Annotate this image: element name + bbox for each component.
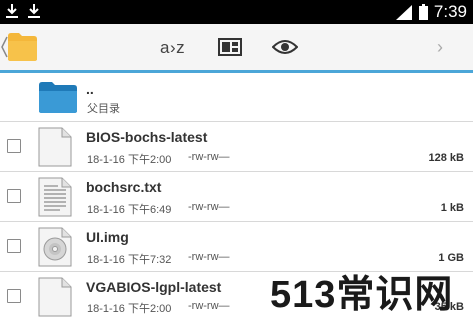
- file-name: bochsrc.txt: [86, 179, 162, 195]
- select-checkbox[interactable]: [7, 139, 21, 153]
- file-permissions: -rw-rw—: [188, 201, 230, 213]
- status-time: 7:39: [433, 2, 467, 21]
- select-checkbox[interactable]: [7, 239, 21, 253]
- download-icon: [28, 4, 40, 18]
- view-mode-icon[interactable]: [218, 38, 242, 56]
- eye-icon[interactable]: [272, 39, 298, 55]
- status-bar: 7:39: [0, 0, 473, 24]
- folder-icon: [39, 82, 77, 113]
- text-file-icon: [38, 177, 72, 217]
- blank-file-icon: [38, 127, 72, 167]
- signal-icon: [396, 5, 412, 20]
- file-permissions: -rw-rw—: [188, 251, 230, 263]
- file-name: VGABIOS-lgpl-latest: [86, 279, 222, 295]
- next-chevron-icon[interactable]: ›: [437, 37, 443, 58]
- file-name: UI.img: [86, 229, 129, 245]
- blank-file-icon: [38, 277, 72, 317]
- file-size: 128 kB: [428, 152, 464, 164]
- file-date: 18-1-16 下午2:00: [87, 154, 172, 166]
- parent-directory-row[interactable]: .. 父目录: [0, 73, 473, 122]
- disc-image-icon: [38, 227, 72, 267]
- file-permissions: -rw-rw—: [188, 300, 230, 312]
- select-checkbox[interactable]: [7, 189, 21, 203]
- file-size: 1 kB: [440, 202, 464, 214]
- battery-icon: [419, 4, 428, 20]
- file-permissions: -rw-rw—: [188, 151, 230, 163]
- list-item[interactable]: BIOS-bochs-latest 18-1-16 下午2:00 -rw-rw—…: [0, 122, 473, 172]
- file-name: BIOS-bochs-latest: [86, 129, 208, 145]
- parent-dir-label: 父目录: [87, 103, 120, 115]
- file-date: 18-1-16 下午6:49: [87, 204, 172, 216]
- parent-dir-name: ..: [86, 81, 94, 97]
- watermark: 513常识网: [270, 274, 454, 316]
- folder-icon[interactable]: [6, 32, 38, 62]
- download-icon: [6, 4, 18, 18]
- file-date: 18-1-16 下午7:32: [87, 254, 172, 266]
- list-item[interactable]: bochsrc.txt 18-1-16 下午6:49 -rw-rw— 1 kB: [0, 172, 473, 222]
- select-checkbox[interactable]: [7, 289, 21, 303]
- sort-button[interactable]: a›z: [160, 38, 185, 58]
- file-date: 18-1-16 下午2:00: [87, 303, 172, 315]
